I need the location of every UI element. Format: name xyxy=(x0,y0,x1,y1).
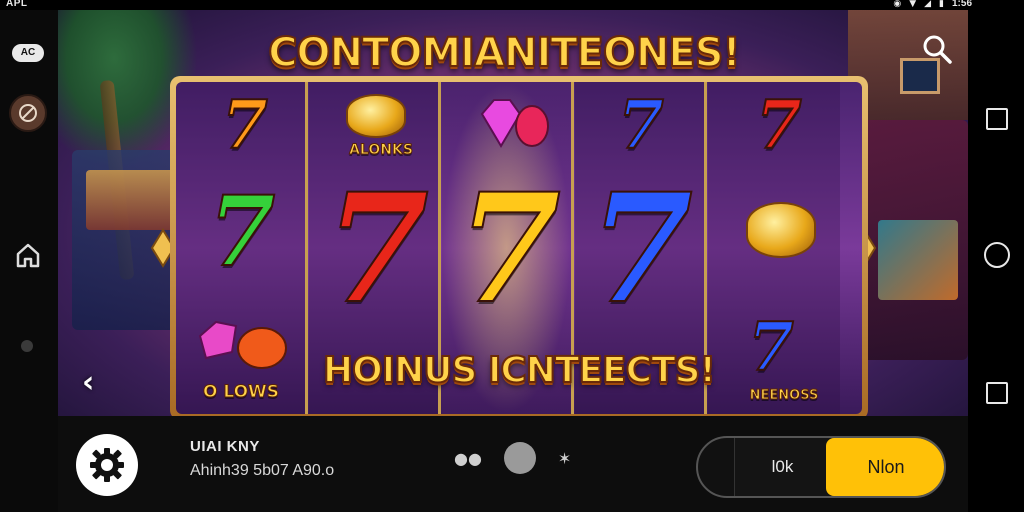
star-icon[interactable]: ✶ xyxy=(558,449,571,468)
seven-symbol: 7 xyxy=(221,86,269,164)
wifi-icon: ▼ xyxy=(909,0,917,9)
status-bar: APL ◉ ▼ ◢ ▮ 1:56 xyxy=(0,0,1024,10)
dot-icon xyxy=(21,340,33,352)
game-name: UIAI KNY xyxy=(190,438,260,455)
status-icons: ◉ ▼ ◢ ▮ 1:56 xyxy=(893,0,972,9)
seven-symbol: 7 xyxy=(755,86,803,164)
back-arrow-icon[interactable]: ‹ xyxy=(82,365,94,400)
game-subtitle: Ahinh39 5b07 A90.o xyxy=(190,462,335,479)
gem-icon xyxy=(480,99,549,148)
battery-icon: ▮ xyxy=(939,0,944,9)
bonus-banner: HOINUS ICNTEECTS! xyxy=(322,349,717,392)
coin-icon xyxy=(746,202,816,258)
left-rail: AC xyxy=(0,10,58,512)
arcade-screen-left xyxy=(86,170,176,230)
gear-icon xyxy=(90,448,124,482)
search-button[interactable] xyxy=(920,32,954,66)
home-nav-button[interactable] xyxy=(984,242,1010,268)
coins-symbol xyxy=(746,202,816,258)
avatar[interactable] xyxy=(9,94,47,132)
system-nav-bar xyxy=(968,10,1024,512)
settings-button[interactable] xyxy=(76,434,138,496)
overview-button[interactable] xyxy=(986,382,1008,404)
coins-symbol xyxy=(346,94,406,138)
gem-symbol xyxy=(472,94,552,158)
dots-icon[interactable]: ●● xyxy=(454,449,482,468)
seven-symbol: 7 xyxy=(208,175,277,288)
location-icon: ◉ xyxy=(893,0,902,9)
status-carrier: APL xyxy=(6,0,28,9)
home-button[interactable] xyxy=(13,240,43,270)
home-icon xyxy=(16,243,40,268)
bottom-bar: UIAI KNY Ahinh39 5b07 A90.o ●● ✶ l0k Nlo… xyxy=(58,416,968,512)
seven-symbol: 7 xyxy=(456,161,562,337)
coins-label: ALONKS xyxy=(349,142,414,159)
signal-icon: ◢ xyxy=(924,0,932,9)
carousel-indicators: ●● ✶ xyxy=(454,442,571,474)
seven-symbol: 7 xyxy=(617,86,665,164)
screen: APL ◉ ▼ ◢ ▮ 1:56 AC CONTOMIANITEONES! 7 … xyxy=(0,0,1024,512)
game-area[interactable]: CONTOMIANITEONES! 7 ALONKS 7 7 7 7 7 7 O… xyxy=(58,10,968,416)
status-time: 1:56 xyxy=(951,0,972,9)
seven-symbol: 7 xyxy=(324,161,430,337)
seven-symbol: 7 xyxy=(588,161,694,337)
app-badge[interactable]: AC xyxy=(12,44,44,62)
recent-apps-button[interactable] xyxy=(986,108,1008,130)
indicator-circle[interactable] xyxy=(503,442,536,474)
arcade-screen-right xyxy=(878,220,958,300)
coin-icon xyxy=(346,94,406,138)
primary-button[interactable]: Nlon xyxy=(826,438,944,496)
secondary-button[interactable]: l0k xyxy=(734,438,830,496)
reels[interactable]: 7 ALONKS 7 7 7 7 7 7 O LOWS 7 NEENOSS HO… xyxy=(176,82,862,414)
avatar-icon xyxy=(19,104,37,122)
reel-frame: 7 ALONKS 7 7 7 7 7 7 O LOWS 7 NEENOSS HO… xyxy=(170,76,868,416)
search-icon xyxy=(923,35,952,64)
action-button-group: l0k Nlon xyxy=(696,436,946,498)
